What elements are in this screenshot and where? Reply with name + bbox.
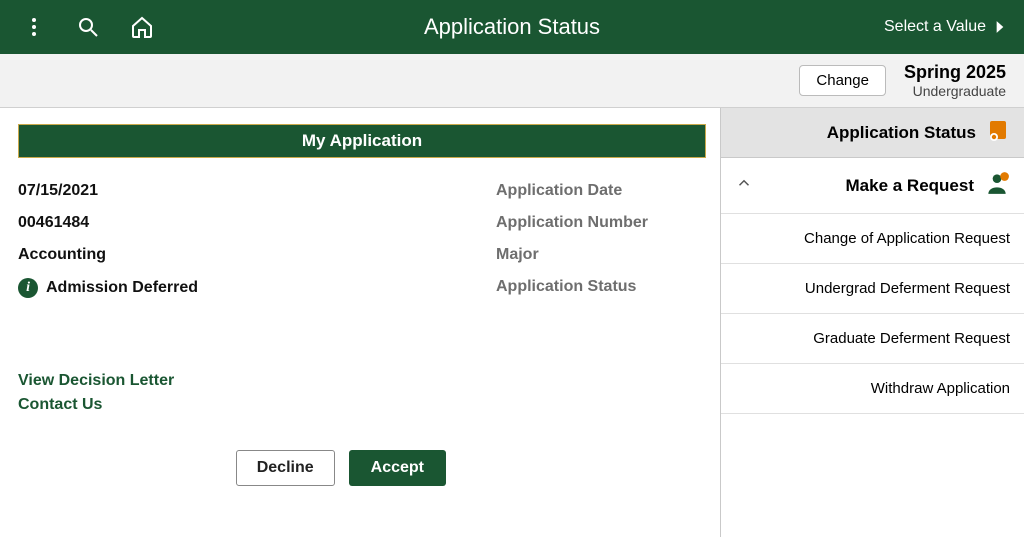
row-application-number: Application Number 00461484 bbox=[18, 214, 706, 232]
change-term-button[interactable]: Change bbox=[799, 65, 886, 96]
view-decision-letter-link[interactable]: View Decision Letter bbox=[18, 372, 706, 390]
value-major: Accounting bbox=[18, 246, 496, 264]
term-block: 2025 Spring Undergraduate bbox=[904, 62, 1006, 99]
panel-title: My Application bbox=[18, 124, 706, 158]
more-button[interactable] bbox=[20, 13, 48, 41]
sidebar-item-graduate-deferment[interactable]: Graduate Deferment Request bbox=[721, 314, 1024, 364]
term-strip: 2025 Spring Undergraduate Change bbox=[0, 54, 1024, 108]
sidebar-item-change-application[interactable]: Change of Application Request bbox=[721, 214, 1024, 264]
sidebar-item-make-request[interactable]: Make a Request bbox=[721, 158, 1024, 214]
side-nav: Application Status Make a Request Change… bbox=[720, 108, 1024, 537]
label-application-status: Application Status bbox=[496, 278, 706, 298]
label-application-number: Application Number bbox=[496, 214, 706, 232]
action-row: Accept Decline bbox=[18, 450, 706, 486]
header-actions bbox=[20, 13, 156, 41]
search-button[interactable] bbox=[74, 13, 102, 41]
info-icon[interactable]: i bbox=[18, 278, 38, 298]
main-panel: My Application Application Date 07/15/20… bbox=[0, 108, 720, 537]
link-stack: View Decision Letter Contact Us bbox=[18, 372, 706, 414]
sidebar-item-label: Application Status bbox=[827, 123, 976, 143]
accept-button[interactable]: Accept bbox=[349, 450, 446, 486]
value-application-date: 07/15/2021 bbox=[18, 182, 496, 200]
application-status-icon bbox=[986, 118, 1010, 147]
sidebar-item-withdraw[interactable]: Withdraw Application bbox=[721, 364, 1024, 414]
dots-vertical-icon bbox=[22, 15, 46, 39]
header-breadcrumb[interactable]: Select a Value bbox=[884, 17, 1010, 37]
chevron-right-icon bbox=[990, 17, 1010, 37]
chevron-up-icon bbox=[735, 174, 753, 197]
row-application-status: Application Status Admission Deferred i bbox=[18, 278, 706, 298]
body: Application Status Make a Request Change… bbox=[0, 108, 1024, 537]
label-application-date: Application Date bbox=[496, 182, 706, 200]
sidebar-item-label: Make a Request bbox=[753, 176, 974, 196]
sidebar-item-application-status[interactable]: Application Status bbox=[721, 108, 1024, 158]
decline-button[interactable]: Decline bbox=[236, 450, 335, 486]
app-header: Select a Value Application Status bbox=[0, 0, 1024, 54]
term-level: Undergraduate bbox=[904, 83, 1006, 99]
sidebar-item-undergrad-deferment[interactable]: Undergrad Deferment Request bbox=[721, 264, 1024, 314]
select-value-text: Select a Value bbox=[884, 18, 986, 36]
select-value-link[interactable]: Select a Value bbox=[884, 17, 1010, 37]
status-text: Admission Deferred bbox=[46, 279, 198, 297]
search-icon bbox=[76, 15, 100, 39]
home-button[interactable] bbox=[128, 13, 156, 41]
value-application-number: 00461484 bbox=[18, 214, 496, 232]
label-major: Major bbox=[496, 246, 706, 264]
row-major: Major Accounting bbox=[18, 246, 706, 264]
value-application-status: Admission Deferred i bbox=[18, 278, 496, 298]
make-request-icon bbox=[984, 170, 1010, 201]
term-title: 2025 Spring bbox=[904, 62, 1006, 83]
contact-us-link[interactable]: Contact Us bbox=[18, 396, 706, 414]
home-icon bbox=[130, 15, 154, 39]
row-application-date: Application Date 07/15/2021 bbox=[18, 182, 706, 200]
